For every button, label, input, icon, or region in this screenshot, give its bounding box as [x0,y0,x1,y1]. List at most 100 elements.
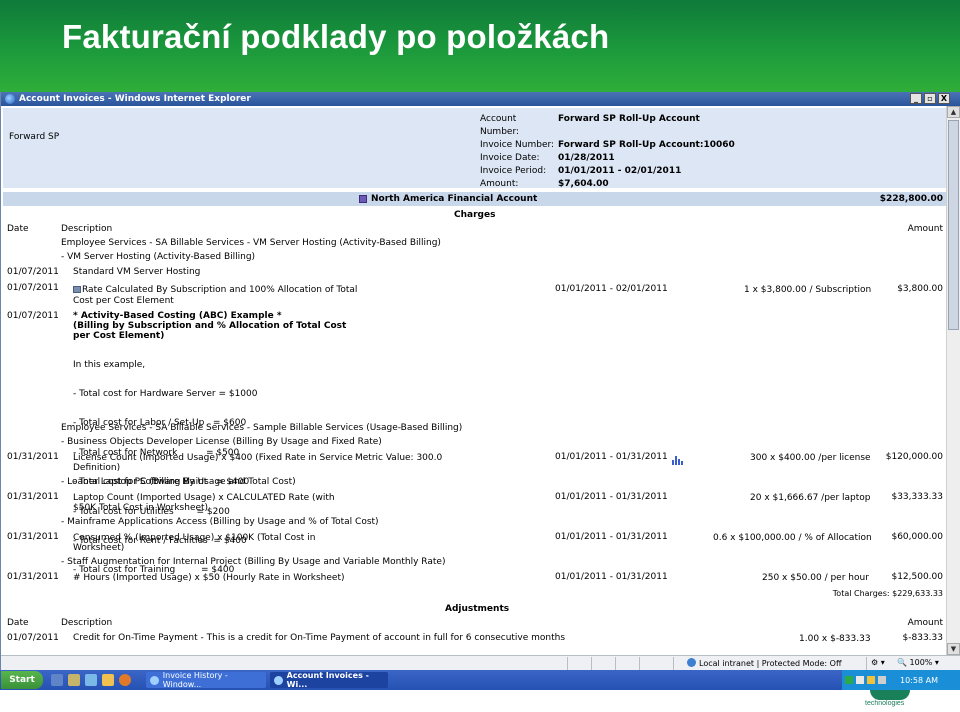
page-content: Forward SP Account Number: Forward SP Rol… [1,106,947,655]
row-description: Credit for On-Time Payment - This is a c… [73,633,566,643]
maximize-button[interactable]: ▫ [924,93,936,104]
protected-mode-icon[interactable]: ⚙ ▾ [871,658,885,667]
volume-icon[interactable] [878,676,886,684]
row-date: 01/07/2011 [7,283,59,293]
slide-header: Fakturační podklady po položkách [0,0,960,92]
row-date: 01/07/2011 [7,267,59,277]
globe-icon [687,658,696,667]
col-description: Description [61,224,113,234]
row-date: 01/31/2011 [7,572,59,582]
row-period: 01/01/2011 - 01/31/2011 [555,452,668,462]
company-logo: technologies [850,690,960,712]
total-charges: Total Charges: $229,633.33 [832,589,943,598]
abc-title: per Cost Element) [73,331,165,341]
window-titlebar[interactable]: Account Invoices - Windows Internet Expl… [1,92,960,106]
col-date: Date [7,618,29,628]
col-amount: Amount [907,618,943,628]
document-icon [73,286,81,293]
group-label: Employee Services - SA Billable Services… [61,423,463,433]
row-description-cont: $50K Total Cost in Worksheet) [73,503,209,513]
adjustments-heading: Adjustments [445,604,510,614]
row-period: 01/01/2011 - 01/31/2011 [555,492,668,502]
subgroup-label: - VM Server Hosting (Activity-Based Bill… [61,252,256,262]
usage-chart-icon[interactable] [672,456,683,465]
network-icon[interactable] [856,676,864,684]
system-tray: 10:58 AM [842,670,960,690]
field-label: Amount: [480,179,519,189]
group-label: Employee Services - SA Billable Services… [61,238,441,248]
invoice-number: Forward SP Roll-Up Account:10060 [558,140,735,150]
scroll-thumb[interactable] [948,120,959,330]
row-amount: $120,000.00 [885,452,943,462]
notification-icon[interactable] [867,676,875,684]
outlook-icon[interactable] [102,674,114,686]
ie-icon [5,94,15,104]
logo-mark-icon [870,690,910,700]
window-title: Account Invoices - Windows Internet Expl… [19,94,251,104]
row-description: Rate Calculated By Subscription and 100%… [73,285,357,295]
ie-quicklaunch-icon[interactable] [85,674,97,686]
field-label: Invoice Number: [480,140,555,150]
row-quantity: 300 x $400.00 /per license [750,453,871,463]
minimize-button[interactable]: _ [910,93,922,104]
row-date: 01/31/2011 [7,492,59,502]
row-period: 01/01/2011 - 01/31/2011 [555,572,668,582]
scroll-down-arrow-icon[interactable]: ▼ [947,643,960,655]
row-metric: Metric Value: 300.0 [355,453,443,463]
row-amount: $3,800.00 [897,284,943,294]
row-description: # Hours (Imported Usage) x $50 (Hourly R… [73,573,345,583]
close-button[interactable]: X [938,93,950,104]
row-description: Consumed % (Imported Usage) x $100K (Tot… [73,533,316,543]
row-description: Laptop Count (Imported Usage) x CALCULAT… [73,493,335,503]
row-description: License Count (Imported Usage) x $400 (F… [73,453,353,463]
task-account-invoices[interactable]: Account Invoices - Wi... [270,671,388,689]
zoom-control[interactable]: 🔍 100% ▾ [897,658,939,667]
task-invoice-history[interactable]: Invoice History - Window... [146,671,266,689]
row-quantity: 20 x $1,666.67 /per laptop [750,493,871,503]
row-period: 01/01/2011 - 02/01/2011 [555,284,668,294]
subgroup-label: - Mainframe Applications Access (Billing… [61,517,379,527]
row-amount: $12,500.00 [891,572,943,582]
row-date: 01/31/2011 [7,532,59,542]
collapse-icon[interactable] [359,195,367,203]
col-date: Date [7,224,29,234]
row-date: 01/31/2011 [7,452,59,462]
row-description-cont: Worksheet) [73,543,125,553]
account-name: Forward SP [9,132,60,142]
field-label: Account Number: [480,114,520,137]
firefox-icon[interactable] [119,674,131,686]
row-description: Standard VM Server Hosting [73,267,201,277]
row-period: 01/01/2011 - 01/31/2011 [555,532,668,542]
taskbar: Start Invoice History - Window... Accoun… [0,670,960,690]
abc-title: * Activity-Based Costing (ABC) Example * [73,311,282,321]
row-quantity: 1.00 x $-833.33 [799,634,871,644]
security-zone[interactable]: Local intranet | Protected Mode: Off [687,658,841,668]
invoice-period: 01/01/2011 - 02/01/2011 [558,166,682,176]
financial-account-bar[interactable]: North America Financial Account $228,800… [3,192,947,206]
charges-heading: Charges [454,210,496,220]
invoice-date: 01/28/2011 [558,153,615,163]
browser-window: Account Invoices - Windows Internet Expl… [0,92,960,670]
abc-title: (Billing by Subscription and % Allocatio… [73,321,347,331]
tray-app-icon[interactable] [845,676,853,684]
col-amount: Amount [907,224,943,234]
show-desktop-icon[interactable] [51,674,63,686]
scroll-up-arrow-icon[interactable]: ▲ [947,106,960,118]
row-amount: $-833.33 [902,633,943,643]
account-fields: Account Number: Forward SP Roll-Up Accoun… [480,113,735,191]
explorer-icon[interactable] [68,674,80,686]
col-description: Description [61,618,113,628]
start-button[interactable]: Start [1,671,43,689]
row-description-cont: Definition) [73,463,121,473]
row-amount: $60,000.00 [891,532,943,542]
field-label: Invoice Date: [480,153,540,163]
row-description-cont: Cost per Cost Element [73,296,174,306]
vertical-scrollbar[interactable]: ▲ ▼ [946,106,960,655]
row-quantity: 1 x $3,800.00 / Subscription [744,285,872,295]
subgroup-label: - Business Objects Developer License (Bi… [61,437,382,447]
row-quantity: 250 x $50.00 / per hour [762,573,869,583]
financial-account-amount: $228,800.00 [879,194,943,204]
clock[interactable]: 10:58 AM [900,676,938,685]
row-quantity: 0.6 x $100,000.00 / % of Allocation [713,533,872,543]
subgroup-label: - Staff Augmentation for Internal Projec… [61,557,446,567]
